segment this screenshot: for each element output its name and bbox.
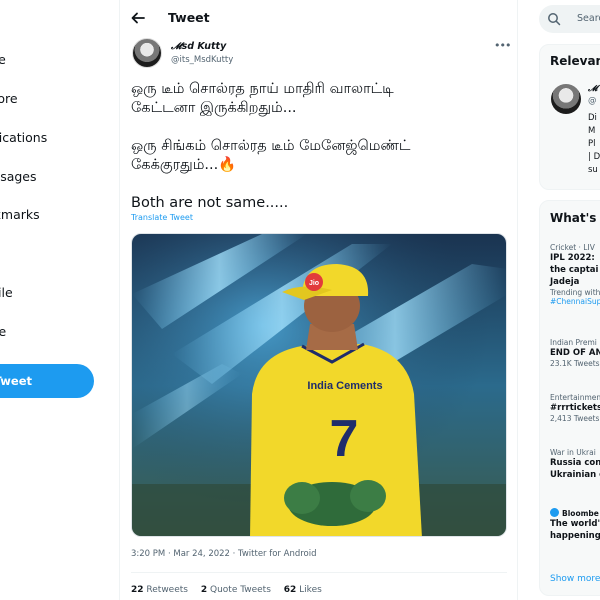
bloomberg-logo-icon [550,508,559,517]
nav-item-explore[interactable]: plore [0,91,18,106]
relevant-user-handle[interactable]: @ [588,96,597,106]
author-display-name[interactable]: 𝓜sd Kutty [171,41,226,52]
whats-happening-title: What's [550,211,597,225]
tweet-image[interactable]: Jio India Cements 7 [131,233,507,537]
trend-item[interactable]: Entertainmen #rrrtickets 2,413 Tweets [550,393,600,423]
divider [131,572,507,573]
relevant-user-bio-line: M [588,126,596,136]
relevant-user-bio-line: | D [588,152,600,162]
relevant-people-title: Relevan [550,54,600,68]
right-sidebar: Searc Relevan 𝓜 @ Di M Pl | D su What's … [518,0,600,600]
trend-item[interactable]: Cricket · LIV IPL 2022: the captai Jadej… [550,243,600,306]
tweet-button[interactable]: Tweet [0,364,94,398]
tweet-stats: 22 Retweets 2 Quote Tweets 62 Likes [131,585,332,595]
trend-item[interactable]: Indian Premi END OF AN 23.1K Tweets [550,338,600,368]
trend-item[interactable]: War in Ukrai Russia con Ukrainian c [550,448,600,481]
nav-item-more[interactable]: ore [0,324,6,339]
likes-stat[interactable]: 62 Likes [284,585,322,595]
relevant-user-bio-line: su [588,165,598,175]
search-placeholder: Searc [577,13,600,24]
search-icon [548,13,561,26]
relevant-user-avatar[interactable] [551,84,581,114]
jersey-text: India Cements [307,380,382,392]
cricket-player-photo: Jio India Cements 7 [132,234,506,536]
jersey-number: 7 [330,410,359,468]
more-options-icon[interactable]: ••• [494,39,511,52]
search-input[interactable]: Searc [539,5,600,33]
relevant-user-bio-line: Di [588,113,597,123]
left-navigation: me plore tifications essages okmarks ts … [0,0,120,600]
relevant-user-bio-line: Pl [588,139,596,149]
nav-item-bookmarks[interactable]: okmarks [0,207,40,222]
nav-item-home[interactable]: me [0,52,6,67]
translate-tweet-link[interactable]: Translate Tweet [131,213,193,222]
back-arrow-icon[interactable] [130,10,146,26]
trend-item[interactable]: Bloombe The world' happening [550,508,600,542]
tweet-text: ஒரு டீம் சொல்ரத நாய் மாதிரி வாலாட்டி கேட… [131,81,411,211]
relevant-user-name[interactable]: 𝓜 [588,84,598,94]
author-avatar[interactable] [132,38,162,68]
top-bar: Tweet [120,0,517,36]
quote-tweets-stat[interactable]: 2 Quote Tweets [201,585,271,595]
show-more-link[interactable]: Show more [550,574,600,584]
tweet-timestamp[interactable]: 3:20 PM · Mar 24, 2022 · Twitter for And… [131,549,317,559]
author-handle[interactable]: @its_MsdKutty [171,55,233,65]
nav-item-notifications[interactable]: tifications [0,130,47,145]
cap-logo: Jio [309,280,319,287]
nav-item-profile[interactable]: ofile [0,285,13,300]
page-title: Tweet [168,10,210,25]
retweets-stat[interactable]: 22 Retweets [131,585,188,595]
tweet-detail-column: Tweet 𝓜sd Kutty @its_MsdKutty ••• ஒரு டீ… [120,0,518,600]
nav-item-messages[interactable]: essages [0,169,37,184]
